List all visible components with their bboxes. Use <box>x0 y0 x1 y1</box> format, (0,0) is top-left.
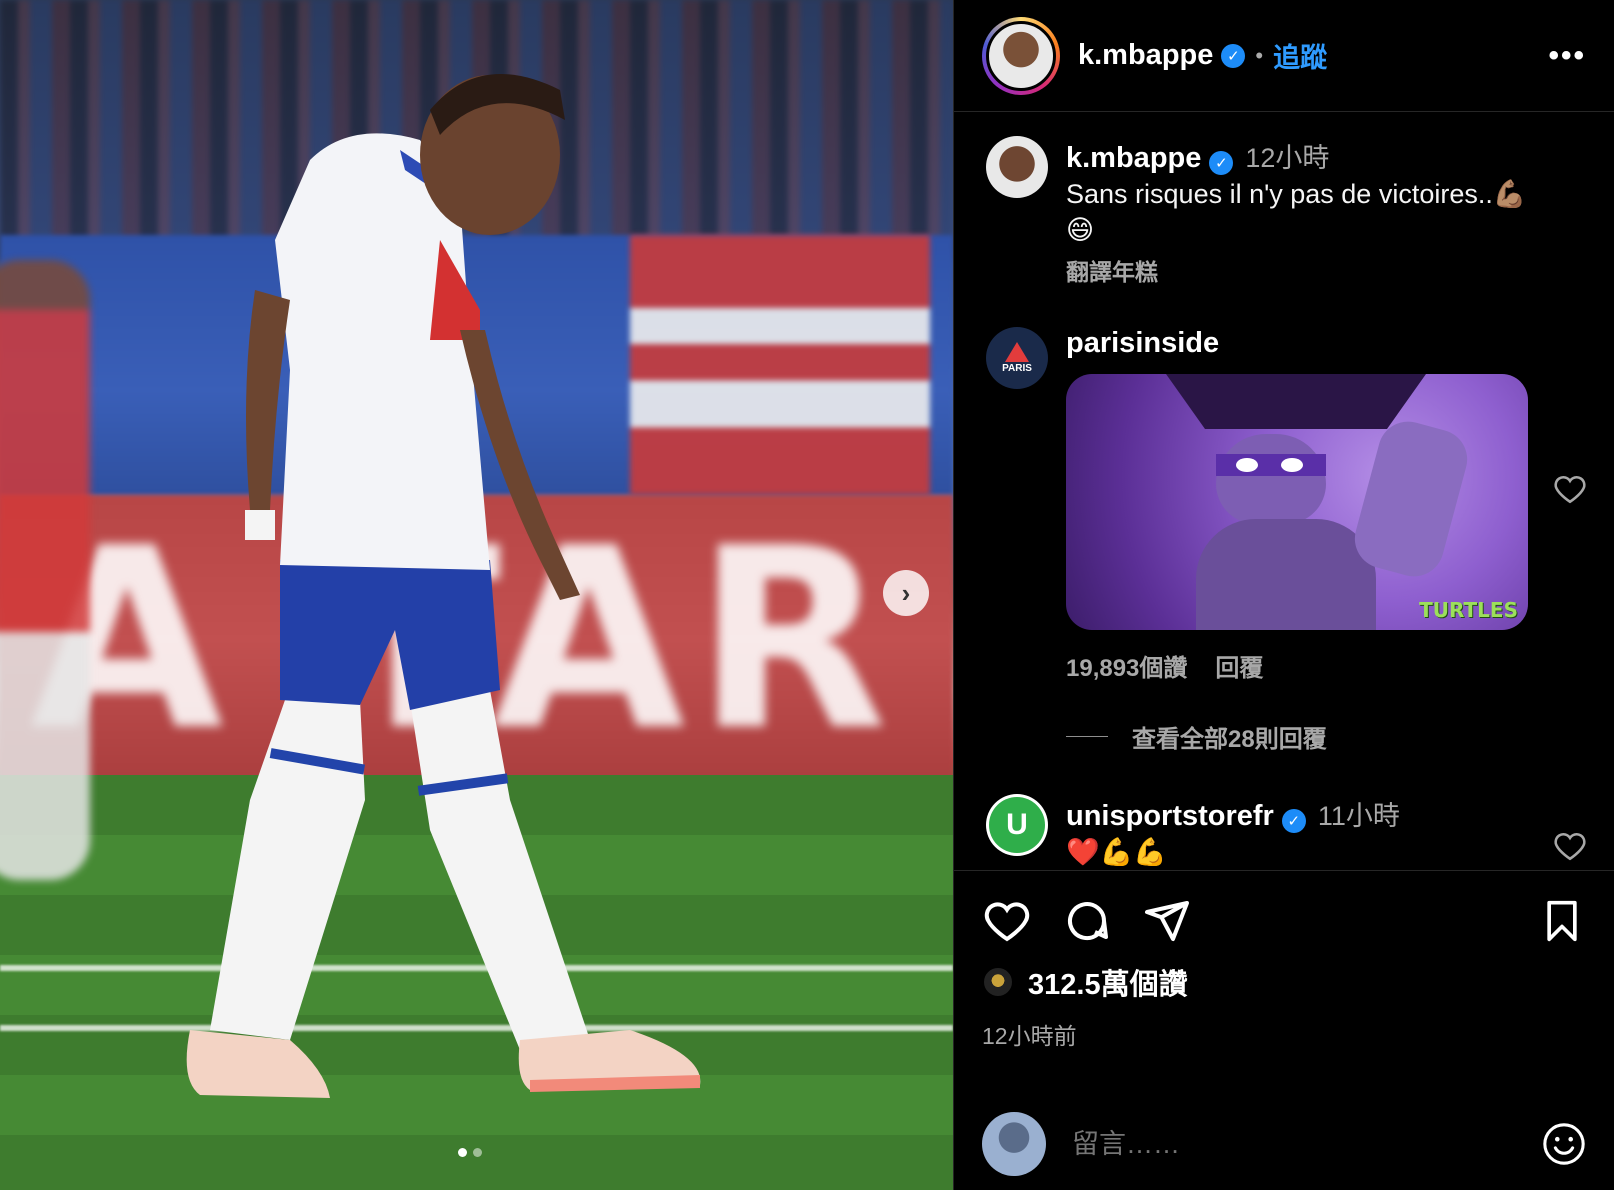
share-button[interactable] <box>1142 896 1192 946</box>
action-bar <box>982 871 1587 971</box>
bookmark-icon <box>1547 900 1577 942</box>
caption-time[interactable]: 12小時 <box>1245 143 1329 173</box>
carousel-dot <box>473 1148 482 1157</box>
heart-icon <box>984 902 1030 942</box>
view-replies-button[interactable]: 查看全部28則回覆 <box>1066 719 1587 754</box>
post-media[interactable]: A TAR A › <box>0 0 953 1190</box>
caption-username[interactable]: k.mbappe <box>1066 142 1201 174</box>
comment-button[interactable] <box>1062 896 1112 946</box>
carousel-dots <box>458 1148 482 1157</box>
comment-username[interactable]: unisportstorefr <box>1066 800 1274 832</box>
comment-username[interactable]: parisinside <box>1066 327 1219 359</box>
save-button[interactable] <box>1537 896 1587 946</box>
comment-item: PARIS parisinside TURTLES 19,893個讚 回覆 <box>986 327 1587 683</box>
post-footer: 312.5萬個讚 12小時前 <box>954 870 1614 1051</box>
comment-like-heart-icon[interactable] <box>1553 472 1587 506</box>
comment-time[interactable]: 11小時 <box>1318 801 1400 831</box>
like-button[interactable] <box>982 896 1032 946</box>
comment-input[interactable] <box>1072 1128 1541 1160</box>
reply-button[interactable]: 回覆 <box>1215 648 1263 683</box>
liker-avatar <box>982 966 1014 998</box>
posted-time: 12小時前 <box>982 1023 1077 1049</box>
caption-emoji: 😄 <box>1066 215 1095 245</box>
translate-link[interactable]: 翻譯年糕 <box>1066 253 1587 287</box>
view-replies-label: 查看全部28則回覆 <box>1132 726 1327 753</box>
caption-text: Sans risques il n'y pas de victoires..💪🏽 <box>1066 179 1527 209</box>
comment-like-count[interactable]: 19,893個讚 <box>1066 648 1187 683</box>
comment-text: ❤️💪💪 <box>1066 837 1167 867</box>
author-avatar[interactable] <box>982 16 1060 95</box>
comment-item: U unisportstorefr ✓ 11小時 ❤️💪💪 <box>986 794 1587 869</box>
comment-avatar-unisportstorefr[interactable]: U <box>986 794 1048 856</box>
comments-section[interactable]: k.mbappe ✓ 12小時 Sans risques il n'y pas de… <box>954 112 1614 870</box>
likes-count[interactable]: 312.5萬個讚 <box>1028 961 1188 1003</box>
caption: k.mbappe ✓ 12小時 Sans risques il n'y pas de… <box>986 136 1587 287</box>
likes-summary[interactable]: 312.5萬個讚 <box>982 961 1587 1003</box>
more-options-icon[interactable]: ••• <box>1548 39 1586 73</box>
gif-logo: TURTLES <box>1419 598 1518 622</box>
follow-button[interactable]: 追蹤 <box>1273 36 1327 75</box>
paris-logo-icon <box>1005 342 1029 362</box>
comment-composer <box>954 1098 1614 1190</box>
current-user-avatar <box>982 1112 1046 1176</box>
paris-logo-text: PARIS <box>1002 363 1032 374</box>
background-player <box>0 260 90 880</box>
comment-bubble-icon <box>1068 902 1108 941</box>
comment-gif[interactable]: TURTLES <box>1066 374 1528 630</box>
post-header: k.mbappe ✓ • 追蹤 ••• <box>954 0 1614 112</box>
unisport-logo-icon: U <box>989 797 1045 853</box>
comment-like-heart-icon[interactable] <box>1553 829 1587 863</box>
send-icon <box>1145 901 1189 941</box>
player-figure <box>186 74 701 1098</box>
post-sidebar: k.mbappe ✓ • 追蹤 ••• k.mbappe ✓ 12小時 Sans r… <box>953 0 1614 1190</box>
caption-avatar[interactable] <box>986 136 1048 198</box>
separator-dot: • <box>1255 42 1264 68</box>
chevron-right-icon: › <box>901 577 911 608</box>
verified-badge-icon: ✓ <box>1221 43 1246 68</box>
verified-badge-icon: ✓ <box>1209 150 1234 175</box>
carousel-dot-active <box>458 1148 467 1157</box>
verified-badge-icon: ✓ <box>1281 808 1306 833</box>
author-username[interactable]: k.mbappe <box>1078 39 1213 72</box>
replies-divider <box>1066 736 1108 737</box>
comment-avatar-parisinside[interactable]: PARIS <box>986 327 1048 389</box>
emoji-smile-icon[interactable] <box>1541 1121 1587 1167</box>
next-slide-button[interactable]: › <box>883 570 929 616</box>
